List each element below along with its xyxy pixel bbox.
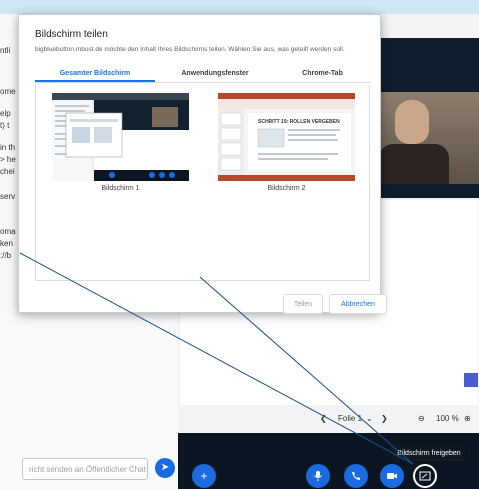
app-window: ntli ome elp t) t in th > he chei serv o… — [0, 0, 479, 489]
annotation-pointer-line — [19, 252, 414, 465]
